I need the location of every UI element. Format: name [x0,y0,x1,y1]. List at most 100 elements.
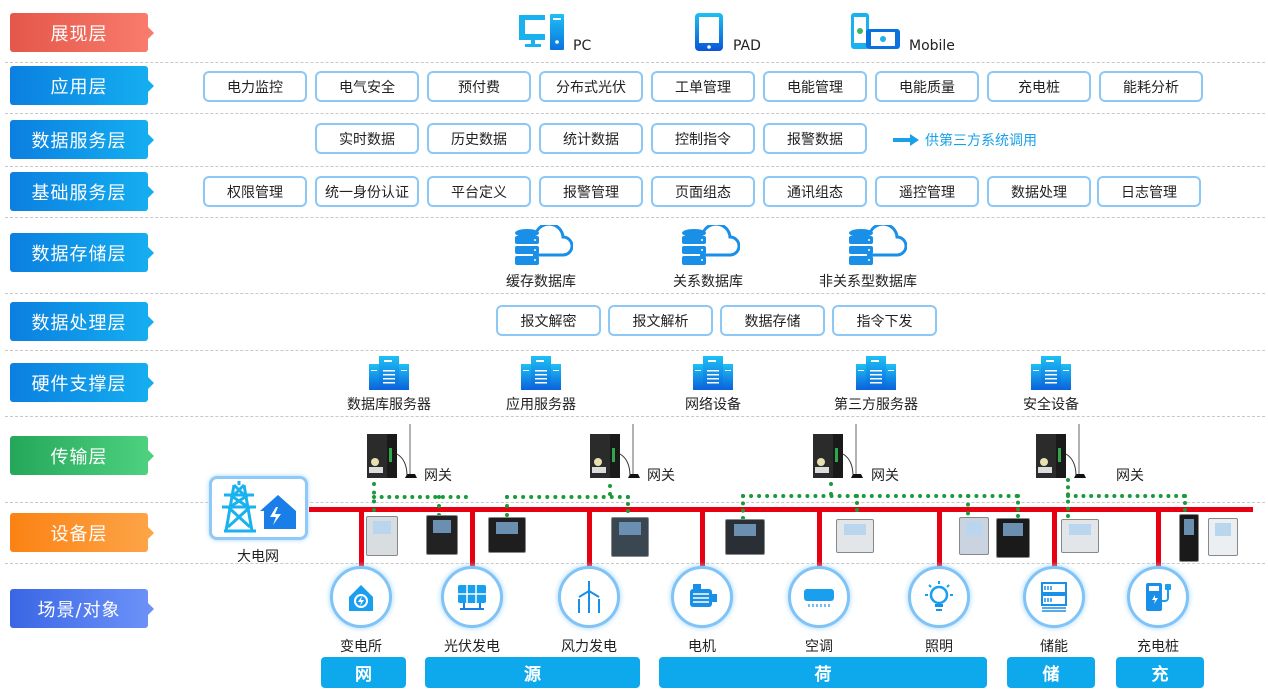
comm-link [1066,478,1070,518]
layer-label-device: 设备层 [10,513,154,552]
power-drop-line [937,510,942,566]
base-service-item[interactable]: 遥控管理 [875,176,979,207]
separator [5,113,1265,114]
base-service-item[interactable]: 平台定义 [427,176,531,207]
power-drop-line [359,510,364,566]
app-item[interactable]: 电能管理 [763,71,867,102]
comm-link [437,495,441,517]
data-service-item[interactable]: 实时数据 [315,123,419,154]
comm-link [1066,494,1186,498]
power-drop-line [700,510,705,566]
comm-link [855,494,859,512]
app-item[interactable]: 充电桩 [987,71,1091,102]
device-screen [433,520,451,534]
hardware-label: 数据库服务器 [347,397,431,413]
arc-protection-device-icon [426,515,458,555]
client-label-pc: PC [573,38,592,54]
scene-2[interactable] [441,566,503,628]
light-bulb-icon [925,581,953,611]
lighting-sensor-icon [959,517,989,555]
power-drop-line [1052,510,1057,566]
storage-label: 缓存数据库 [506,274,576,290]
pc-icon [519,14,564,50]
power-bus [309,507,1253,512]
scene-1[interactable] [330,566,392,628]
category-storage: 储 [1007,657,1095,688]
scene-7[interactable] [1023,566,1085,628]
server-icon [693,356,733,390]
storage-label: 关系数据库 [673,274,743,290]
processing-item[interactable]: 指令下发 [832,305,937,336]
data-service-item[interactable]: 历史数据 [427,123,531,154]
base-service-item[interactable]: 权限管理 [203,176,307,207]
layer-label-base-service: 基础服务层 [10,172,154,211]
processing-item[interactable]: 报文解密 [496,305,601,336]
separator [5,166,1265,167]
base-service-item[interactable]: 报警管理 [539,176,643,207]
scene-label: 空调 [805,639,833,655]
app-item[interactable]: 预付费 [427,71,531,102]
processing-item[interactable]: 数据存储 [720,305,825,336]
device-screen [1214,523,1232,536]
scene-label: 储能 [1040,639,1068,655]
app-item[interactable]: 电气安全 [315,71,419,102]
data-service-item[interactable]: 统计数据 [539,123,643,154]
processing-item[interactable]: 报文解析 [608,305,713,336]
comm-link [741,494,745,520]
app-item[interactable]: 电力监控 [203,71,307,102]
comm-link [1016,494,1020,518]
comm-link [505,495,509,517]
app-item[interactable]: 工单管理 [651,71,755,102]
comm-link [1183,494,1187,512]
data-service-item[interactable]: 控制指令 [651,123,755,154]
data-service-item[interactable]: 报警数据 [763,123,867,154]
app-item[interactable]: 电能质量 [875,71,979,102]
app-item[interactable]: 分布式光伏 [539,71,643,102]
tablet-icon [695,13,723,51]
power-drop-line [587,510,592,566]
category-load: 荷 [659,657,987,688]
gateway-label: 网关 [871,468,899,484]
device-screen [496,522,518,534]
gateway-icon [813,424,863,478]
base-service-item[interactable]: 数据处理 [987,176,1091,207]
device-screen [1183,519,1195,536]
scene-label: 变电所 [340,639,382,655]
layer-label-storage: 数据存储层 [10,233,154,272]
comm-link [626,495,630,513]
hardware-label: 第三方服务器 [834,397,918,413]
gateway-icon [590,424,640,478]
layer-label-transport: 传输层 [10,436,154,475]
scene-6[interactable] [908,566,970,628]
device-screen [373,521,391,535]
scene-5[interactable] [788,566,850,628]
separator [5,293,1265,294]
harmonic-meter-icon [996,518,1030,558]
server-icon [856,356,896,390]
base-service-item[interactable]: 日志管理 [1097,176,1201,207]
base-service-item[interactable]: 通讯组态 [763,176,867,207]
scene-3[interactable] [558,566,620,628]
app-item[interactable]: 能耗分析 [1099,71,1203,102]
database-cloud-icon [515,225,573,265]
comm-link [372,482,376,512]
category-grid: 网 [321,657,406,688]
server-icon [521,356,561,390]
base-service-item[interactable]: 统一身份认证 [315,176,419,207]
scene-4[interactable] [671,566,733,628]
power-drop-line [1156,510,1161,566]
energy-storage-icon [1041,582,1067,612]
comm-link [608,484,612,496]
comm-link [829,482,833,496]
power-grid-box [209,476,308,540]
client-label-mobile: Mobile [909,38,955,54]
scene-label: 电机 [688,639,716,655]
device-screen [1069,524,1091,536]
power-grid-icon [222,481,296,533]
device-screen [619,522,641,536]
scene-8[interactable] [1127,566,1189,628]
protection-relay-icon [366,516,398,556]
base-service-item[interactable]: 页面组态 [651,176,755,207]
layer-label-presentation: 展现层 [10,13,154,52]
prepaid-meter-icon [1208,518,1238,556]
